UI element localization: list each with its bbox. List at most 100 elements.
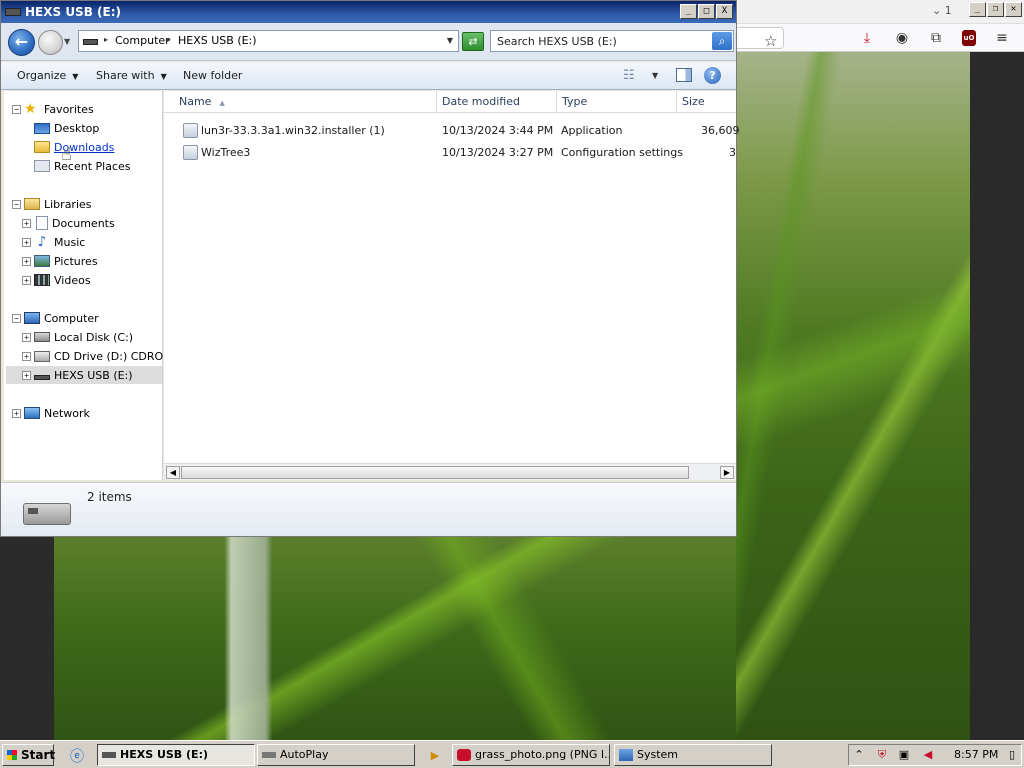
tree-downloads[interactable]: Downloads (34, 138, 114, 156)
expand-icon[interactable]: + (22, 238, 31, 247)
show-hidden-icons-icon[interactable]: ⌃ (852, 748, 866, 762)
browser-toolbar: ☆ ⤓ ◉ ⧉ uO ≡ (736, 24, 1024, 52)
hard-disk-icon (34, 332, 50, 342)
browser-restore-button[interactable]: ❐ (987, 2, 1004, 17)
maximize-button[interactable]: □ (698, 4, 715, 19)
organize-label: Organize (17, 69, 67, 82)
collapse-computer-icon[interactable]: − (12, 314, 21, 323)
breadcrumb-separator-icon[interactable]: ▸ (167, 35, 171, 44)
expand-icon[interactable]: + (22, 352, 31, 361)
address-bar[interactable]: ▸ Computer ▸ HEXS USB (E:) ▼ (78, 30, 459, 52)
breadcrumb-drive[interactable]: HEXS USB (E:) (178, 34, 257, 47)
help-icon[interactable]: ? (704, 67, 721, 84)
scroll-right-icon[interactable]: ▶ (720, 466, 734, 479)
ublock-origin-icon[interactable]: uO (962, 30, 976, 46)
back-button[interactable]: ← (8, 29, 35, 56)
task-label: grass_photo.png (PNG I... (475, 748, 610, 761)
window-titlebar[interactable]: HEXS USB (E:) _ □ X (1, 1, 736, 23)
file-name: lun3r-33.3.3a1.win32.installer (1) (201, 124, 385, 137)
share-with-button[interactable]: Share with ▼ (96, 69, 167, 82)
extensions-icon[interactable]: ⧉ (927, 29, 945, 47)
bookmark-star-icon[interactable]: ☆ (764, 32, 777, 50)
browser-minimize-button[interactable]: _ (969, 2, 986, 17)
forward-button[interactable] (38, 30, 63, 55)
recent-pages-dropdown-icon[interactable]: ▼ (64, 37, 70, 46)
media-player-icon[interactable]: ▶ (428, 749, 442, 763)
tree-videos[interactable]: Videos (34, 271, 91, 289)
tree-network[interactable]: Network (24, 404, 90, 422)
expand-icon[interactable]: + (22, 257, 31, 266)
collapse-favorites-icon[interactable]: − (12, 105, 21, 114)
tree-cd-drive-d[interactable]: CD Drive (D:) CDROM (34, 347, 173, 365)
recent-places-icon (34, 160, 50, 172)
start-button[interactable]: Start (2, 744, 55, 766)
account-icon[interactable]: ◉ (893, 29, 911, 47)
network-status-icon[interactable]: ▣ (897, 748, 911, 762)
task-grass-photo[interactable]: grass_photo.png (PNG I... (452, 744, 610, 766)
grass-photo-lower-region (54, 537, 736, 740)
file-row[interactable]: lun3r-33.3.3a1.win32.installer (1) 10/13… (164, 121, 740, 141)
breadcrumb-computer[interactable]: Computer (115, 34, 170, 47)
tree-desktop[interactable]: Desktop (34, 119, 99, 137)
tree-label: Music (54, 235, 86, 249)
column-type[interactable]: Type (557, 91, 677, 113)
expand-icon[interactable]: + (22, 371, 31, 380)
file-row[interactable]: WizTree3 10/13/2024 3:27 PM Configuratio… (164, 143, 736, 163)
horizontal-scrollbar[interactable]: ◀ ▶ (164, 463, 736, 480)
internet-explorer-icon[interactable]: ⓔ (70, 746, 84, 766)
file-size: 36,609 (701, 124, 740, 137)
hand-cursor-icon: ☝ (61, 144, 72, 165)
security-alert-icon[interactable]: ⛨ (875, 748, 889, 762)
column-size[interactable]: Size (677, 91, 736, 113)
change-view-icon[interactable]: ☷ (623, 68, 635, 83)
tree-favorites[interactable]: ★ Favorites (24, 100, 94, 118)
tree-label: HEXS USB (E:) (54, 368, 133, 382)
tree-music[interactable]: ♪ Music (34, 233, 86, 251)
expand-icon[interactable]: + (22, 219, 31, 228)
browser-url-bar[interactable]: ☆ (736, 27, 784, 50)
search-input[interactable] (491, 31, 711, 51)
collapse-libraries-icon[interactable]: − (12, 200, 21, 209)
browser-close-button[interactable]: ✕ (1005, 2, 1022, 17)
scroll-left-icon[interactable]: ◀ (166, 466, 180, 479)
minimize-button[interactable]: _ (680, 4, 697, 19)
task-system[interactable]: System (614, 744, 772, 766)
file-type: Application (561, 124, 623, 137)
tree-computer[interactable]: Computer (24, 309, 99, 327)
tree-recent-places[interactable]: Recent Places (34, 157, 131, 175)
organize-button[interactable]: Organize ▼ (17, 69, 78, 82)
address-dropdown-icon[interactable]: ▼ (447, 36, 453, 45)
preview-pane-icon[interactable] (676, 68, 692, 82)
clock[interactable]: 8:57 PM (954, 748, 998, 761)
browser-tab-list-chevron[interactable]: ⌄ 1 (932, 4, 952, 17)
search-button[interactable]: ⌕ (712, 32, 732, 50)
expand-icon[interactable]: + (22, 333, 31, 342)
browser-window-controls: _ ❐ ✕ (969, 2, 1022, 17)
tree-label: Network (44, 406, 90, 420)
close-button[interactable]: X (716, 4, 733, 19)
tree-local-disk-c[interactable]: Local Disk (C:) (34, 328, 133, 346)
expand-icon[interactable]: + (22, 276, 31, 285)
navigation-bar: ← ▼ ▸ Computer ▸ HEXS USB (E:) ▼ ⇄ ⌕ (1, 23, 736, 61)
tree-pictures[interactable]: Pictures (34, 252, 98, 270)
tree-libraries[interactable]: Libraries (24, 195, 92, 213)
tree-documents[interactable]: Documents (34, 214, 115, 232)
music-icon: ♪ (37, 234, 47, 250)
system-tray: ⌃ ⛨ ▣ ◀ 8:57 PM ▯ (848, 744, 1022, 766)
new-folder-button[interactable]: New folder (183, 69, 242, 82)
refresh-button[interactable]: ⇄ (462, 32, 484, 51)
volume-muted-icon[interactable]: ◀ (921, 748, 935, 762)
view-options-dropdown-icon[interactable]: ▼ (652, 71, 658, 80)
task-hexs-usb[interactable]: HEXS USB (E:) (97, 744, 255, 766)
browser-menu-icon[interactable]: ≡ (993, 29, 1011, 47)
breadcrumb-separator-icon[interactable]: ▸ (104, 35, 108, 44)
scrollbar-thumb[interactable] (181, 466, 689, 479)
column-name[interactable]: Name ▲ (174, 91, 437, 113)
downloads-folder-icon (34, 141, 50, 153)
search-box[interactable]: ⌕ (490, 30, 734, 52)
column-date-modified[interactable]: Date modified (437, 91, 557, 113)
downloads-icon[interactable]: ⤓ (858, 29, 876, 47)
show-desktop-icon[interactable]: ▯ (1005, 748, 1019, 762)
expand-network-icon[interactable]: + (12, 409, 21, 418)
task-autoplay[interactable]: AutoPlay (257, 744, 415, 766)
